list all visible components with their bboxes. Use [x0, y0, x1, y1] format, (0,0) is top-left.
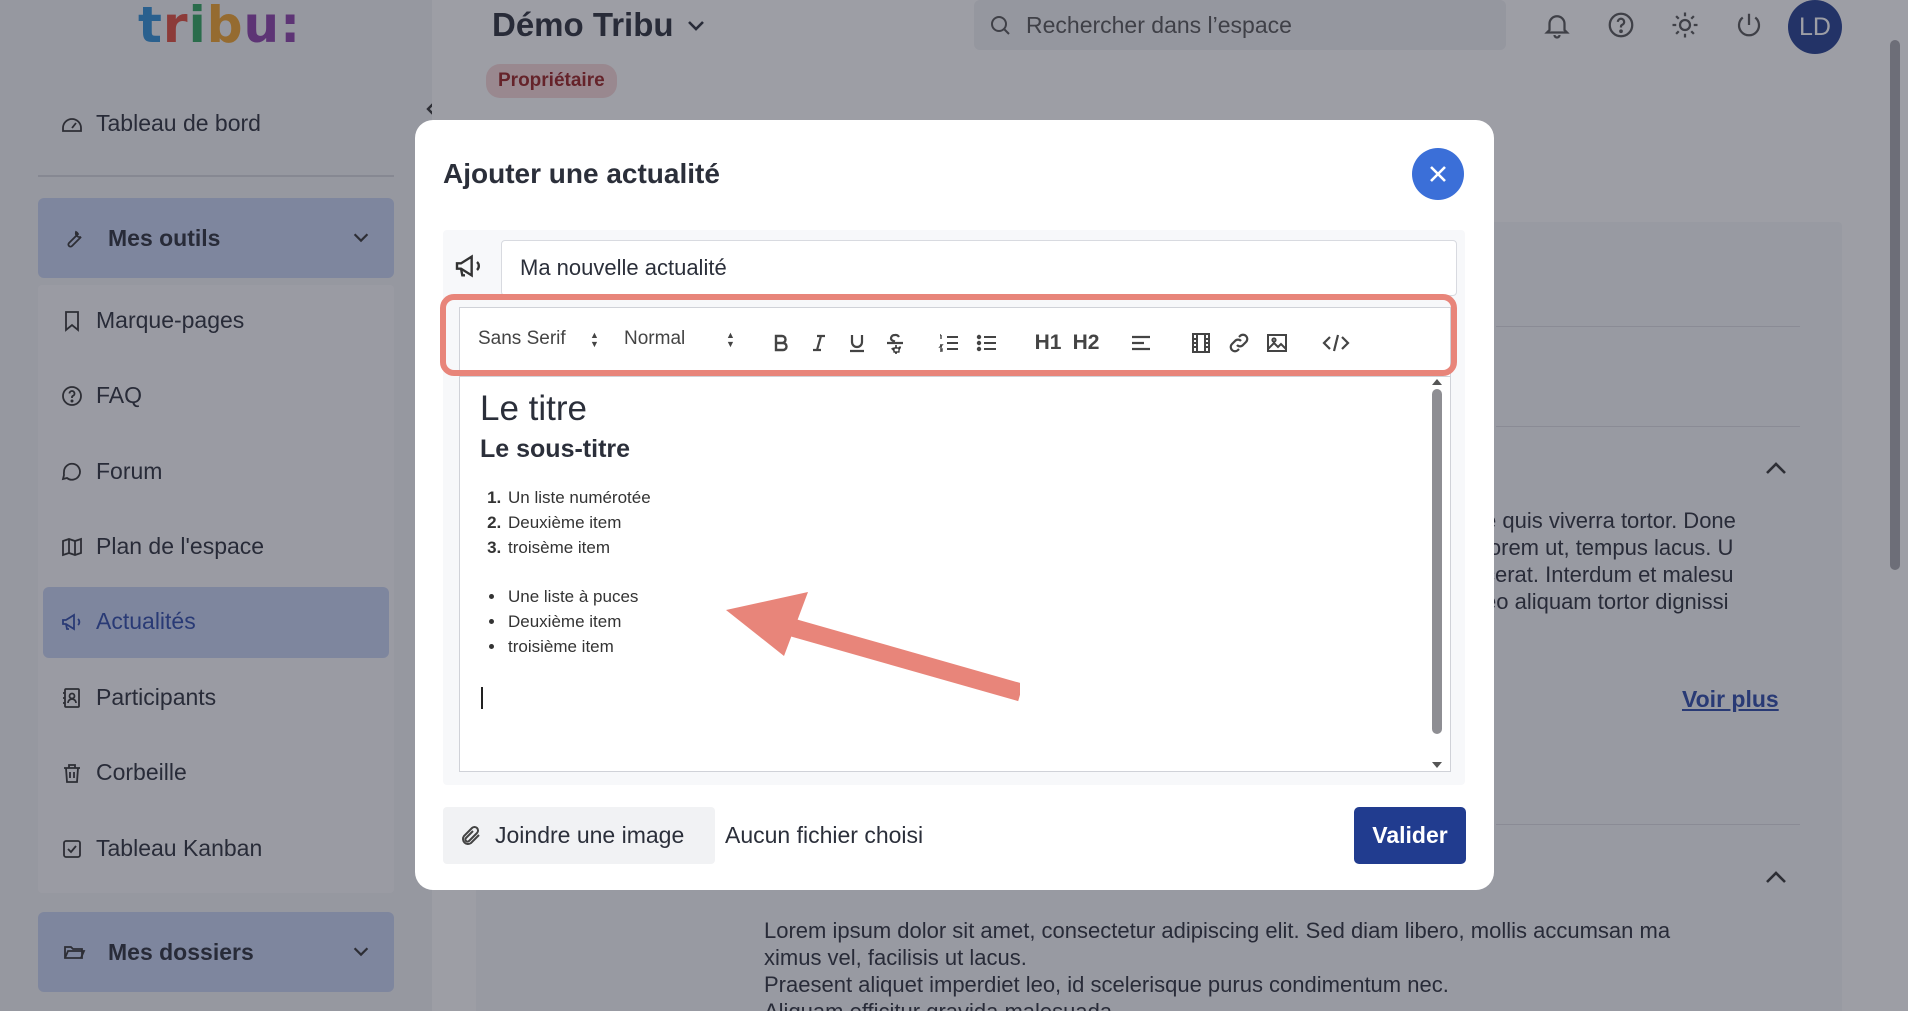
editor-ordered-list: Un liste numérotée Deuxième item troisèm…	[490, 485, 651, 560]
editor-scrollbar[interactable]	[1432, 389, 1442, 734]
editor-heading-1: Le titre	[480, 389, 587, 428]
list-item: Un liste numérotée	[506, 485, 651, 510]
add-news-modal: Ajouter une actualité Sans Serif ▲▼ Norm…	[415, 120, 1494, 890]
paperclip-icon	[462, 825, 480, 845]
scroll-up-arrow-icon[interactable]	[1430, 377, 1444, 387]
list-item: troisième item	[506, 634, 638, 659]
close-icon	[1430, 166, 1446, 182]
news-title-input[interactable]	[501, 240, 1457, 296]
list-item: Deuxième item	[506, 510, 651, 535]
editor-bullet-list: Une liste à puces Deuxième item troisièm…	[490, 584, 638, 659]
attach-image-label: Joindre une image	[495, 822, 685, 848]
list-item: Une liste à puces	[506, 584, 638, 609]
annotation-arrow-icon	[726, 592, 1020, 702]
submit-button[interactable]: Valider	[1354, 807, 1466, 864]
scroll-down-arrow-icon[interactable]	[1430, 760, 1444, 770]
megaphone-icon	[455, 254, 480, 278]
no-file-label: Aucun fichier choisi	[725, 822, 924, 848]
close-button[interactable]	[1412, 148, 1464, 200]
list-item: troisème item	[506, 535, 651, 560]
rich-text-editor[interactable]: Le titre Le sous-titre Un liste numéroté…	[459, 377, 1451, 772]
editor-heading-2: Le sous-titre	[480, 435, 631, 463]
toolbar-highlight-annotation	[440, 294, 1457, 376]
list-item: Deuxième item	[506, 609, 638, 634]
modal-title: Ajouter une actualité	[443, 158, 720, 189]
text-caret	[481, 687, 483, 709]
attach-image-button[interactable]: Joindre une image	[443, 807, 715, 864]
